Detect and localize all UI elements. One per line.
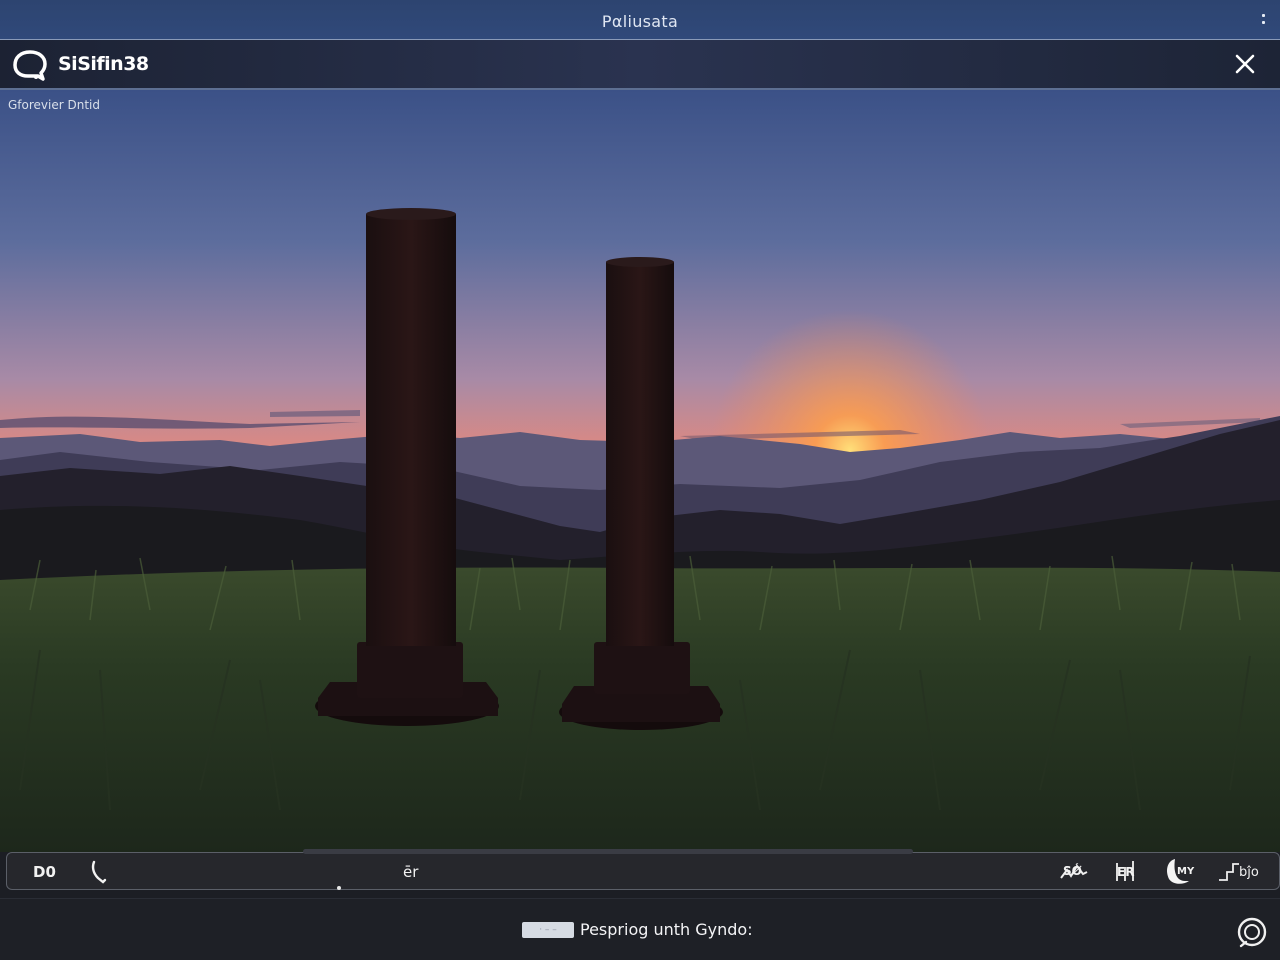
status-badge: · – – bbox=[522, 922, 574, 938]
equalizer-button[interactable]: ER bbox=[1111, 859, 1141, 885]
moon-label: MY bbox=[1177, 866, 1195, 877]
app-name: SiSifin38 bbox=[58, 53, 149, 75]
seek-handle[interactable] bbox=[337, 886, 341, 890]
status-bar: · – – Pespriog unth Gyndo: bbox=[0, 898, 1280, 960]
seek-track[interactable] bbox=[303, 849, 913, 854]
more-menu-icon[interactable] bbox=[1262, 14, 1266, 24]
stairs-button[interactable]: bĵo bbox=[1217, 859, 1261, 885]
left-control[interactable]: D0 bbox=[33, 859, 56, 885]
sunset-scene-image bbox=[0, 90, 1280, 852]
waveform-label: SǾ bbox=[1063, 864, 1082, 878]
center-control[interactable]: ēr bbox=[403, 859, 418, 885]
phone-button[interactable] bbox=[89, 859, 109, 885]
equalizer-label: ER bbox=[1117, 865, 1135, 879]
waveform-button[interactable]: SǾ bbox=[1059, 859, 1089, 885]
moon-button[interactable]: MY bbox=[1161, 859, 1197, 885]
left-control-label: D0 bbox=[33, 863, 56, 881]
chat-bubble-icon[interactable] bbox=[12, 48, 48, 82]
center-control-label: ēr bbox=[403, 863, 419, 881]
scene-caption: Gforevier Dntid bbox=[8, 98, 100, 112]
stairs-label: bĵo bbox=[1239, 865, 1259, 880]
phone-icon bbox=[91, 860, 107, 884]
refresh-icon[interactable] bbox=[1236, 916, 1268, 948]
close-icon[interactable] bbox=[1232, 51, 1258, 77]
window-title: Pαliusata bbox=[601, 12, 679, 31]
title-bar: Pαliusata bbox=[0, 0, 1280, 40]
playback-control-bar: D0 ēr SǾ ER MY bĵo bbox=[6, 849, 1280, 890]
app-header: SiSifin38 bbox=[0, 40, 1280, 90]
status-text: Pespriog unth Gyndo: bbox=[580, 920, 753, 939]
